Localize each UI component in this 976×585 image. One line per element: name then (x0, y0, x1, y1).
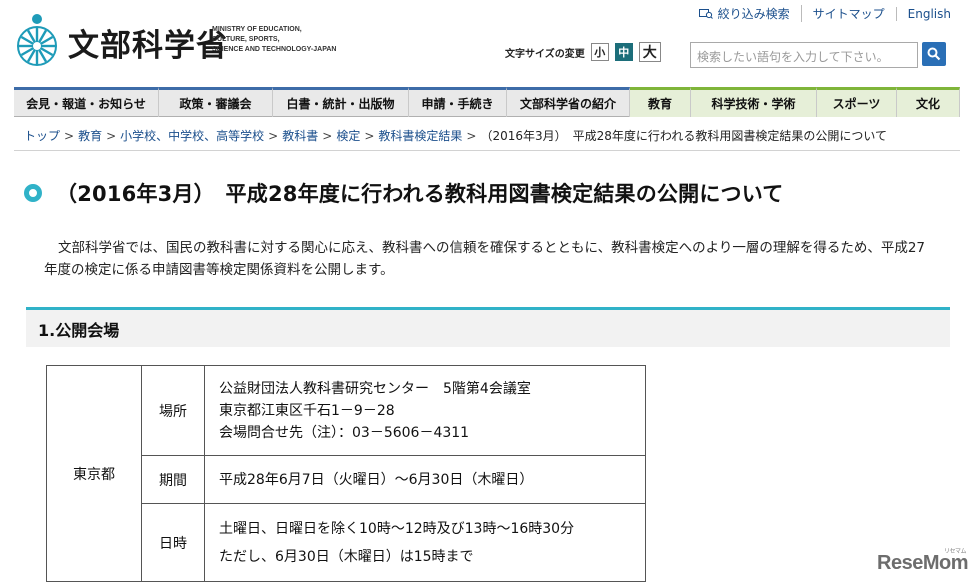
table-row: 東京都 場所 公益財団法人教科書研究センター 5階第4会議室 東京都江東区千石1… (46, 365, 646, 582)
breadcrumb-link[interactable]: 教育 (78, 129, 102, 143)
page-title: （2016年3月） 平成28年度に行われる教科用図書検定結果の公開について (56, 182, 784, 206)
row-value: 平成28年6月7日（火曜日）～6月30日（木曜日） (204, 455, 646, 504)
breadcrumb-separator: > (466, 129, 477, 143)
breadcrumb-separator: > (322, 129, 333, 143)
global-nav: 会見・報道・お知らせ 政策・審議会 白書・統計・出版物 申請・手続き 文部科学省の紹介教… (14, 87, 960, 117)
page-title-row: （2016年3月） 平成28年度に行われる教科用図書検定結果の公開について (24, 178, 784, 208)
breadcrumb-link[interactable]: 教科書検定結果 (378, 129, 462, 143)
font-size-label: 文字サイズの変更 (505, 48, 585, 60)
search-input[interactable]: 検索したい語句を入力して下さい。 (690, 42, 918, 68)
mext-logo-icon[interactable] (14, 10, 60, 68)
font-size-selector: 文字サイズの変更 小 中 大 (505, 42, 661, 62)
refine-search-link[interactable]: 絞り込み検索 (688, 5, 801, 22)
row-value: 公益財団法人教科書研究センター 5階第4会議室 東京都江東区千石1－9－28 会… (204, 365, 646, 456)
row-value: 土曜日、日曜日を除く10時～12時及び13時～16時30分 ただし、6月30日（… (204, 503, 646, 582)
font-size-small-button[interactable]: 小 (590, 43, 609, 61)
english-link[interactable]: English (895, 6, 962, 21)
title-bullet-icon (24, 184, 42, 202)
logo-title[interactable]: 文部科学省 (68, 20, 228, 65)
sitemap-link[interactable]: サイトマップ (800, 5, 896, 22)
nav-item[interactable]: 申請・手続き (409, 87, 507, 117)
nav-item[interactable]: 白書・統計・出版物 (273, 87, 409, 117)
section-heading: 1.公開会場 (26, 307, 950, 347)
breadcrumb-link[interactable]: 小学校、中学校、高等学校 (120, 129, 264, 143)
logo-subtitle: MINISTRY OF EDUCATION, CULTURE, SPORTS, … (212, 26, 337, 53)
row-label: 日時 (141, 503, 205, 582)
row-label: 期間 (141, 455, 205, 504)
font-size-medium-button[interactable]: 中 (614, 43, 633, 61)
site-header: 文部科学省 MINISTRY OF EDUCATION, CULTURE, SP… (0, 0, 976, 86)
breadcrumb: トップ > 教育 > 小学校、中学校、高等学校 > 教科書 > 検定 > 教科書検定結果 > （2016… (24, 127, 887, 144)
nav-item[interactable]: スポーツ (817, 87, 897, 117)
breadcrumb-separator: > (106, 129, 117, 143)
breadcrumb-link[interactable]: トップ (24, 129, 60, 143)
intro-paragraph: 文部科学省では、国民の教科書に対する関心に応え、教科書への信頼を確保するとともに… (44, 240, 926, 278)
breadcrumb-current: （2016年3月） 平成28年度に行われる教科用図書検定結果の公開について (480, 129, 887, 143)
venue-table: 東京都 場所 公益財団法人教科書研究センター 5階第4会議室 東京都江東区千石1… (46, 365, 646, 582)
nav-item[interactable]: 文部科学省の紹介 (507, 87, 630, 117)
breadcrumb-link[interactable]: 検定 (336, 129, 360, 143)
nav-item[interactable]: 文化 (897, 87, 960, 117)
resemom-watermark: リセマム ReseMom (877, 549, 968, 574)
nav-item[interactable]: 政策・審議会 (159, 87, 273, 117)
nav-item[interactable]: 会見・報道・お知らせ (14, 87, 159, 117)
breadcrumb-link[interactable]: 教科書 (282, 129, 318, 143)
region-cell: 東京都 (46, 365, 142, 582)
search-icon (927, 47, 941, 61)
breadcrumb-separator: > (64, 129, 75, 143)
breadcrumb-divider (14, 150, 960, 151)
nav-item[interactable]: 教育 (630, 87, 691, 117)
font-size-large-button[interactable]: 大 (638, 42, 661, 62)
breadcrumb-separator: > (364, 129, 375, 143)
breadcrumb-separator: > (268, 129, 279, 143)
refine-search-icon (698, 8, 713, 19)
utility-links: 絞り込み検索 サイトマップ English (688, 5, 962, 22)
search-button[interactable] (922, 42, 946, 66)
row-label: 場所 (141, 365, 205, 456)
nav-item[interactable]: 科学技術・学術 (691, 87, 817, 117)
